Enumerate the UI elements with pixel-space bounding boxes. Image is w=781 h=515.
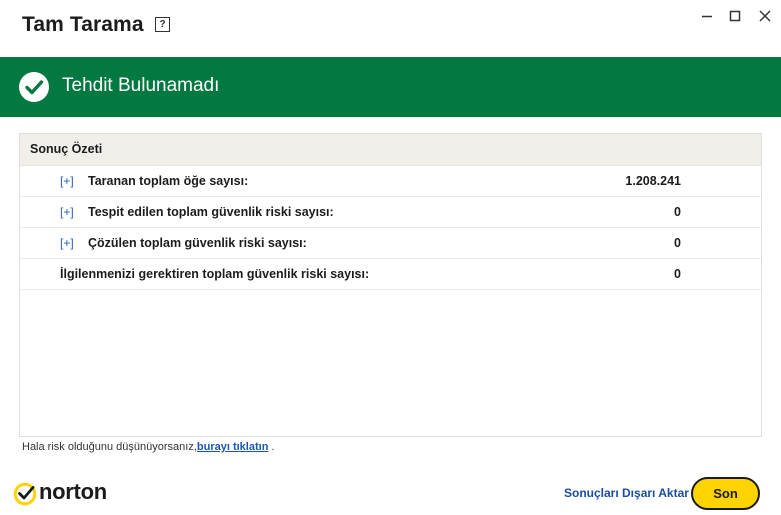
minimize-button[interactable] xyxy=(697,8,717,24)
summary-row-scanned-items: [+] Taranan toplam öğe sayısı: 1.208.241 xyxy=(20,166,761,197)
row-value: 0 xyxy=(674,205,681,219)
result-summary-panel: Sonuç Özeti [+] Taranan toplam öğe sayıs… xyxy=(19,133,762,437)
maximize-icon xyxy=(729,10,741,22)
status-text: Tehdit Bulunamadı xyxy=(62,75,220,96)
click-here-link[interactable]: burayı tıklatın xyxy=(197,441,269,453)
title-bar: Tam Tarama ? xyxy=(0,0,781,57)
row-label: İlgilenmenizi gerektiren toplam güvenlik… xyxy=(60,267,370,281)
norton-wordmark: norton xyxy=(39,479,107,504)
help-icon[interactable]: ? xyxy=(155,17,170,32)
summary-row-attention-risks: İlgilenmenizi gerektiren toplam güvenlik… xyxy=(20,259,761,290)
export-results-link[interactable]: Sonuçları Dışarı Aktar xyxy=(564,486,689,500)
summary-header: Sonuç Özeti xyxy=(20,134,761,166)
finish-button[interactable]: Son xyxy=(691,477,760,510)
maximize-button[interactable] xyxy=(725,8,745,24)
row-value: 0 xyxy=(674,267,681,281)
close-icon xyxy=(759,10,771,22)
footnote-suffix: . xyxy=(271,441,275,453)
footnote-text: Hala risk olduğunu düşünüyorsanız, xyxy=(22,441,197,453)
row-value: 0 xyxy=(674,236,681,250)
row-label: Taranan toplam öğe sayısı: xyxy=(88,174,249,188)
row-label: Tespit edilen toplam güvenlik riski sayı… xyxy=(88,205,334,219)
expand-toggle[interactable]: [+] xyxy=(60,197,74,227)
minimize-icon xyxy=(702,15,712,18)
window-title: Tam Tarama xyxy=(22,13,144,36)
norton-check-icon xyxy=(13,482,37,506)
summary-row-detected-risks: [+] Tespit edilen toplam güvenlik riski … xyxy=(20,197,761,228)
close-button[interactable] xyxy=(755,8,775,24)
expand-toggle[interactable]: [+] xyxy=(60,166,74,196)
expand-toggle[interactable]: [+] xyxy=(60,228,74,258)
summary-row-resolved-risks: [+] Çözülen toplam güvenlik riski sayısı… xyxy=(20,228,761,259)
row-label: Çözülen toplam güvenlik riski sayısı: xyxy=(88,236,307,250)
status-banner: Tehdit Bulunamadı xyxy=(0,57,781,117)
row-value: 1.208.241 xyxy=(625,174,681,188)
check-circle-icon xyxy=(19,72,49,102)
risk-footnote: Hala risk olduğunu düşünüyorsanız,burayı… xyxy=(22,441,275,453)
